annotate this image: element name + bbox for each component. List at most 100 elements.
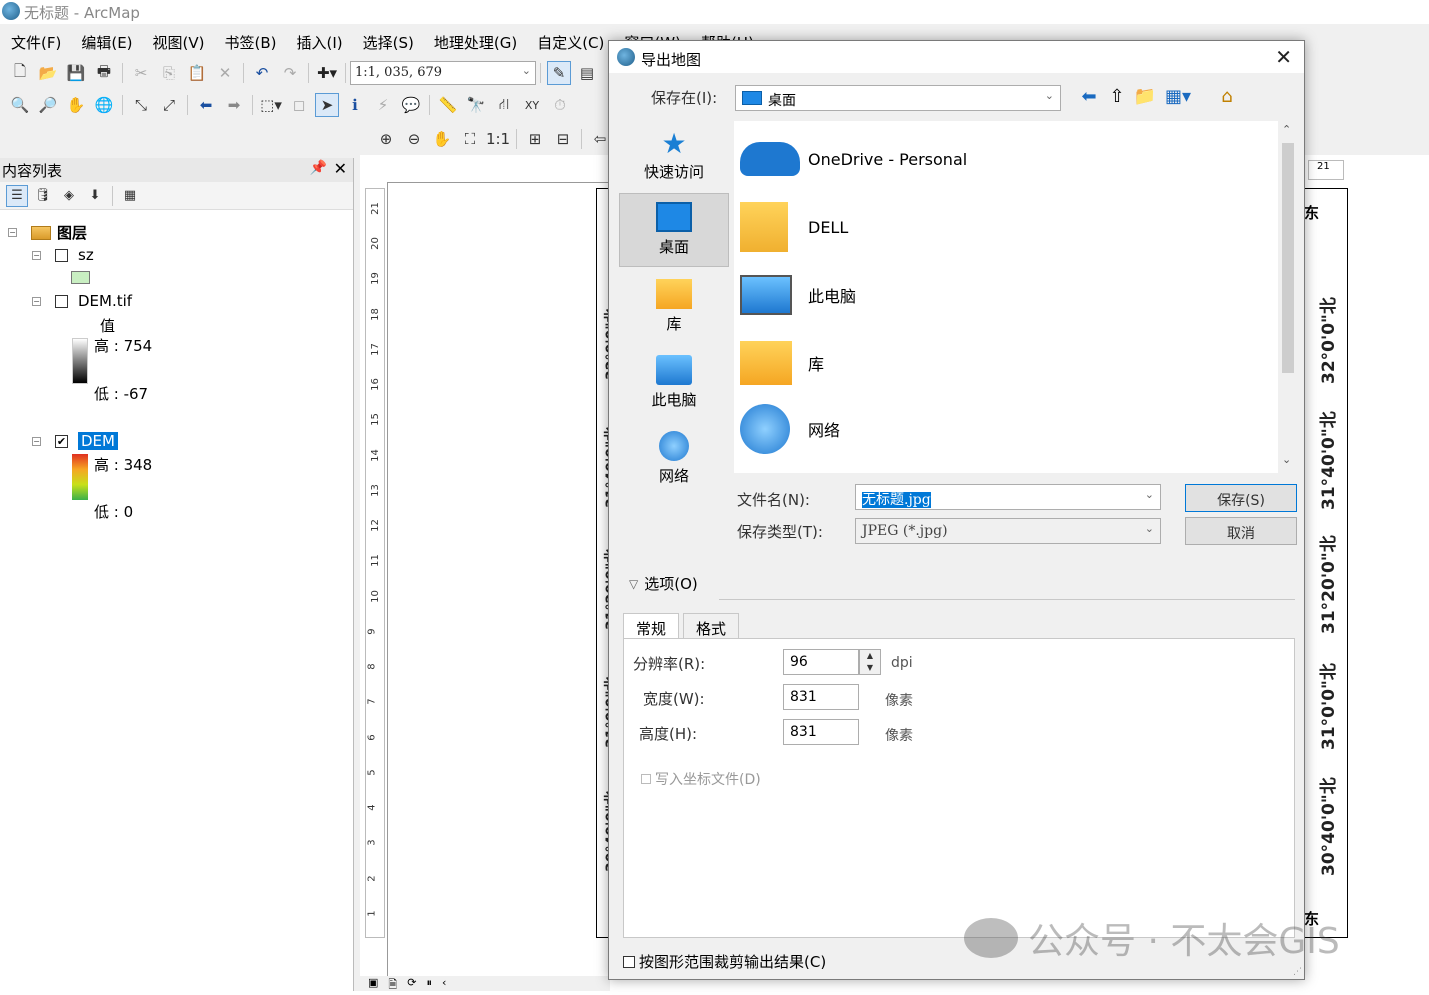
editor-toolbar-icon[interactable]: ✎ bbox=[547, 61, 571, 85]
scrollbar-thumb[interactable] bbox=[1282, 143, 1294, 373]
collapse-icon[interactable]: − bbox=[32, 250, 41, 260]
filetype-select[interactable]: JPEG (*.jpg) ⌄ bbox=[855, 518, 1161, 544]
layout-zoom-in-icon[interactable]: ⊕ bbox=[374, 127, 398, 151]
clear-selection-icon[interactable]: ◻ bbox=[287, 93, 311, 117]
open-icon[interactable]: 📂 bbox=[36, 61, 60, 85]
save-in-combo[interactable]: 桌面 ⌄ bbox=[735, 85, 1061, 111]
scroll-up-icon[interactable]: ⌃ bbox=[1282, 123, 1291, 136]
fixed-zoom-in-icon[interactable]: ⤡ bbox=[129, 93, 153, 117]
menu-selection[interactable]: 选择(S) bbox=[352, 28, 423, 54]
add-data-icon[interactable]: ✚▾ bbox=[315, 61, 339, 85]
tab-format[interactable]: 格式 bbox=[683, 613, 740, 639]
tab-general[interactable]: 常规 bbox=[623, 613, 680, 639]
layer-visibility-checkbox[interactable] bbox=[55, 248, 68, 262]
filename-input[interactable]: 无标题.jpg ⌄ bbox=[855, 484, 1161, 510]
file-item-this-pc[interactable]: 此电脑 bbox=[740, 265, 856, 325]
print-icon[interactable]: 🖶 bbox=[92, 61, 116, 85]
table-of-contents-icon[interactable]: ▤ bbox=[575, 61, 599, 85]
find-icon[interactable]: 🔭 bbox=[464, 93, 488, 117]
fixed-zoom-out-layout-icon[interactable]: ⊟ bbox=[551, 127, 575, 151]
layer-visibility-checkbox[interactable] bbox=[55, 294, 68, 308]
close-icon[interactable]: ✕ bbox=[334, 159, 347, 178]
zoom-100-icon[interactable]: 1:1 bbox=[486, 127, 510, 151]
resolution-spinner[interactable]: ▲ ▼ bbox=[859, 649, 881, 675]
toc-root-row[interactable]: − 图层 bbox=[8, 222, 87, 243]
zoom-out-icon[interactable]: 🔎 bbox=[36, 93, 60, 117]
measure-icon[interactable]: 📏 bbox=[436, 93, 460, 117]
scroll-left-icon[interactable]: ‹ bbox=[442, 976, 446, 991]
place-network[interactable]: 网络 bbox=[619, 423, 729, 497]
menu-file[interactable]: 文件(F) bbox=[0, 28, 70, 54]
file-item-dell[interactable]: DELL bbox=[740, 197, 848, 257]
menu-edit[interactable]: 编辑(E) bbox=[70, 28, 141, 54]
view-menu-icon[interactable]: ▦▾ bbox=[1165, 86, 1191, 110]
menu-view[interactable]: 视图(V) bbox=[142, 28, 214, 54]
menu-geoprocessing[interactable]: 地理处理(G) bbox=[423, 28, 526, 54]
options-icon[interactable]: ▦ bbox=[119, 185, 141, 207]
back-extent-icon[interactable]: ⬅ bbox=[194, 93, 218, 117]
cancel-button[interactable]: 取消 bbox=[1185, 517, 1297, 545]
fixed-zoom-in-layout-icon[interactable]: ⊞ bbox=[523, 127, 547, 151]
up-folder-icon[interactable]: ⇧ bbox=[1105, 86, 1129, 110]
options-toggle[interactable]: ▽ 选项(O) bbox=[629, 573, 698, 594]
collapse-icon[interactable]: − bbox=[8, 228, 17, 237]
clip-output-checkbox-row[interactable]: 按图形范围裁剪输出结果(C) bbox=[623, 951, 826, 972]
layer-row-sz[interactable]: − sz bbox=[32, 246, 94, 264]
resize-grip-icon[interactable]: ⋰ bbox=[1293, 967, 1302, 977]
zoom-in-icon[interactable]: 🔍 bbox=[8, 93, 32, 117]
layout-zoom-out-icon[interactable]: ⊖ bbox=[402, 127, 426, 151]
map-scale-combo[interactable]: 1:1, 035, 679 ⌄ bbox=[350, 61, 536, 85]
list-by-visibility-icon[interactable]: ◈ bbox=[58, 185, 80, 207]
file-list-scrollbar[interactable]: ⌃ ⌄ bbox=[1278, 121, 1298, 473]
list-by-selection-icon[interactable]: ⬇ bbox=[84, 185, 106, 207]
hyperlink-icon[interactable]: ⚡ bbox=[371, 93, 395, 117]
world-file-checkbox[interactable] bbox=[641, 774, 651, 784]
delete-icon[interactable]: ✕ bbox=[213, 61, 237, 85]
layer-visibility-checkbox[interactable]: ✔ bbox=[55, 434, 68, 448]
file-item-libraries[interactable]: 库 bbox=[740, 333, 824, 393]
world-file-checkbox-row[interactable]: 写入坐标文件(D) bbox=[641, 769, 761, 789]
menu-customize[interactable]: 自定义(C) bbox=[526, 28, 613, 54]
layer-row-dem[interactable]: − ✔ DEM bbox=[32, 432, 118, 450]
paste-icon[interactable]: 📋 bbox=[185, 61, 209, 85]
save-button[interactable]: 保存(S) bbox=[1185, 484, 1297, 512]
list-by-drawing-order-icon[interactable]: ☰ bbox=[6, 184, 28, 207]
clip-output-checkbox[interactable] bbox=[623, 955, 635, 968]
forward-extent-icon[interactable]: ➡ bbox=[222, 93, 246, 117]
resolution-input[interactable]: 96 bbox=[783, 649, 859, 675]
pause-icon[interactable]: ⏸ bbox=[426, 976, 432, 991]
data-view-icon[interactable]: ▣ bbox=[368, 976, 378, 991]
file-item-network[interactable]: 网络 bbox=[740, 399, 840, 459]
fixed-zoom-out-icon[interactable]: ⤢ bbox=[157, 93, 181, 117]
scroll-down-icon[interactable]: ⌄ bbox=[1282, 453, 1291, 466]
collapse-icon[interactable]: − bbox=[32, 436, 41, 446]
home-icon[interactable]: ⌂ bbox=[1215, 86, 1239, 110]
select-features-icon[interactable]: ⬚▾ bbox=[259, 93, 283, 117]
cut-icon[interactable]: ✂ bbox=[129, 61, 153, 85]
layer-row-dem-tif[interactable]: − DEM.tif bbox=[32, 292, 132, 310]
place-quick-access[interactable]: ★ 快速访问 bbox=[619, 119, 729, 193]
width-input[interactable]: 831 bbox=[783, 684, 859, 710]
pan-icon[interactable]: ✋ bbox=[64, 93, 88, 117]
undo-icon[interactable]: ↶ bbox=[250, 61, 274, 85]
identify-icon[interactable]: ℹ bbox=[343, 93, 367, 117]
close-icon[interactable]: ✕ bbox=[1275, 45, 1292, 69]
pin-icon[interactable]: 📌 bbox=[310, 160, 327, 176]
back-arrow-icon[interactable]: ⬅ bbox=[1077, 86, 1101, 110]
menu-insert[interactable]: 插入(I) bbox=[286, 28, 352, 54]
new-document-icon[interactable]: 🗋 bbox=[8, 61, 32, 85]
select-elements-icon[interactable]: ➤ bbox=[315, 93, 339, 117]
layout-pan-icon[interactable]: ✋ bbox=[430, 127, 454, 151]
place-desktop[interactable]: 桌面 bbox=[619, 193, 729, 267]
redo-icon[interactable]: ↷ bbox=[278, 61, 302, 85]
go-to-xy-icon[interactable]: XY bbox=[520, 93, 544, 117]
place-libraries[interactable]: 库 bbox=[619, 271, 729, 345]
collapse-icon[interactable]: − bbox=[32, 296, 41, 306]
html-popup-icon[interactable]: 💬 bbox=[399, 93, 423, 117]
list-by-source-icon[interactable]: 🛢 bbox=[32, 185, 54, 207]
find-route-icon[interactable]: ⛙ bbox=[492, 93, 516, 117]
refresh-icon[interactable]: ⟳ bbox=[407, 976, 416, 991]
menu-bookmarks[interactable]: 书签(B) bbox=[214, 28, 286, 54]
zoom-whole-page-icon[interactable]: ⛶ bbox=[458, 127, 482, 151]
copy-icon[interactable]: ⎘ bbox=[157, 61, 181, 85]
